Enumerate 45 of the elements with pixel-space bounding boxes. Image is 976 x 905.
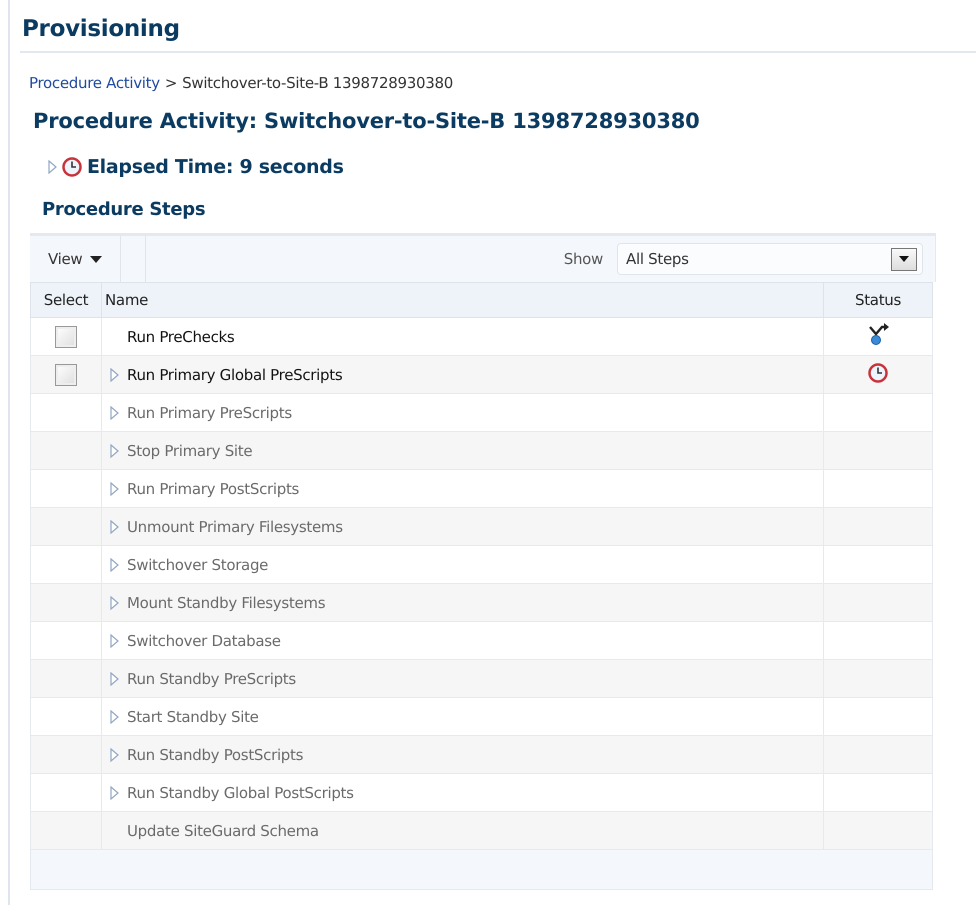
elapsed-time: Elapsed Time: 9 seconds [87,156,344,178]
breadcrumb-link[interactable]: Procedure Activity [29,74,160,92]
expand-icon[interactable] [110,786,119,800]
page-title: Provisioning [21,16,181,42]
step-name: Run Primary PostScripts [127,480,300,498]
breadcrumb-separator: > [164,74,178,92]
section-title: Procedure Steps [41,198,206,220]
column-header: Name [102,282,824,318]
expand-icon[interactable] [110,558,119,572]
step-name: Stop Primary Site [127,442,252,460]
expand-icon[interactable] [110,710,119,724]
step-name: Run Primary Global PreScripts [127,366,342,384]
expand-icon[interactable] [110,748,119,762]
expand-icon[interactable] [110,672,119,686]
expand-icon[interactable] [110,520,119,534]
expand-icon[interactable] [48,160,57,174]
step-name: Switchover Storage [127,556,268,574]
clock-icon [868,362,888,382]
caret-icon [899,256,909,262]
step-name: Run Primary PreScripts [127,404,292,422]
step-name: Run Standby PreScripts [127,670,296,688]
expand-icon[interactable] [110,634,119,648]
caret-icon [90,256,102,262]
expand-icon[interactable] [110,368,119,382]
breadcrumb-current: Switchover-to-Site-B 1398728930380 [182,74,453,92]
step-name: Run Standby PostScripts [127,746,304,764]
show-label: Show [564,250,603,268]
step-name: Update SiteGuard Schema [127,822,319,840]
checkbox[interactable] [55,326,77,348]
expand-icon[interactable] [110,596,119,610]
show-dropdown[interactable]: All Steps [617,243,923,275]
step-name: Mount Standby Filesystems [127,594,326,612]
page-heading: Procedure Activity: Switchover-to-Site-B 1398728930380 [32,108,701,133]
checkbox[interactable] [55,364,77,386]
step-name: Unmount Primary Filesystems [127,518,343,536]
clock-icon [62,157,82,177]
step-name: Switchover Database [127,632,281,650]
expand-icon[interactable] [110,406,119,420]
step-name: Run PreChecks [127,328,234,346]
expand-icon[interactable] [110,482,119,496]
step-name: Run Standby Global PostScripts [127,784,354,802]
step-name: Start Standby Site [127,708,259,726]
column-header: Status [824,282,932,318]
expand-icon[interactable] [110,444,119,458]
column-header: Select [30,282,102,318]
